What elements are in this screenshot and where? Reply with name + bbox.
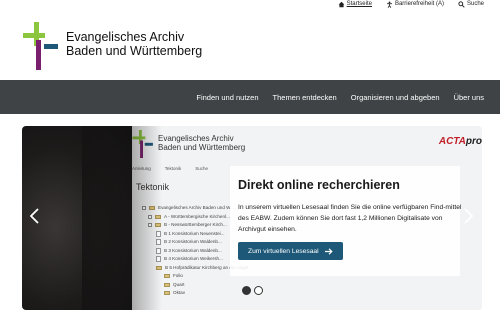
carousel-dot-2[interactable] (254, 286, 263, 295)
hero-overlay-card: Direkt online recherchieren In unserem v… (230, 166, 462, 276)
hero-title: Direkt online recherchieren (238, 178, 400, 192)
nav-item-ueber-uns[interactable]: Über uns (454, 93, 484, 102)
screenshot-brand-line1: Evangelisches Archiv (158, 134, 234, 143)
tree-row-label: Quart (173, 281, 185, 287)
search-link-label: Suche (466, 1, 484, 7)
screenshot-brand-line2: Baden und Württemberg (158, 143, 246, 152)
brand-name-line1: Evangelisches Archiv (66, 30, 185, 44)
tree-row-label: B 1 Konsistorium Neuenstei... (164, 230, 225, 236)
acta-pro-label: pro (465, 136, 482, 147)
home-icon (338, 1, 344, 7)
hero-text: In unserem virtuellen Lesesaal finden Si… (238, 204, 462, 233)
tree-row-label: Evangelisches Archiv Baden und W... (158, 205, 235, 210)
acta-label: ACTA (438, 136, 466, 147)
carousel-indicators (242, 286, 263, 295)
home-link-label: Startseite (346, 1, 372, 7)
nav-item-organisieren[interactable]: Organisieren und abgeben (351, 93, 440, 102)
tree-row-label: B 4 Konsistorium Weikersh... (164, 256, 223, 261)
screenshot-tab: Tektonik (164, 166, 182, 171)
utility-bar: Startseite Barrierefreiheit (A) Suche (0, 0, 500, 8)
carousel-next-button[interactable] (458, 204, 478, 228)
main-navigation: Finden und nutzen Themen entdecken Organ… (0, 80, 500, 114)
carousel-dot-1[interactable] (242, 286, 251, 295)
tree-row-label: B - Nesswürttemberger Kirch... (164, 222, 227, 227)
tree-row-label: A - Württembergische Kirchenl... (164, 213, 230, 219)
home-link[interactable]: Startseite (338, 1, 372, 8)
tree-row-label: B 3 Konsistorium Waldenb... (164, 247, 222, 253)
virtual-reading-room-button-label: Zum virtuellen Lesesaal (248, 247, 319, 255)
brand-name-line2: Baden und Württemberg (66, 44, 203, 58)
accessibility-link[interactable]: Barrierefreiheit (A) (386, 0, 444, 8)
nav-item-finden[interactable]: Finden und nutzen (196, 93, 258, 102)
search-link[interactable]: Suche (458, 0, 484, 8)
folder-icon (164, 282, 170, 287)
acta-pro-logo: ACTApro (439, 136, 482, 147)
virtual-reading-room-button[interactable]: Zum virtuellen Lesesaal (238, 242, 343, 260)
arrow-right-icon (324, 247, 333, 255)
search-icon (458, 0, 465, 8)
chevron-left-icon (29, 208, 39, 224)
tree-row-label: B 2 Konsistorium Waldenb... (164, 239, 222, 244)
screenshot-tab: Suche (195, 166, 209, 171)
hero-carousel: Evangelisches Archiv Baden und Württembe… (22, 126, 482, 310)
accessibility-link-label: Barrierefreiheit (A) (394, 1, 444, 7)
nav-item-themen[interactable]: Themen entdecken (273, 93, 337, 102)
tree-row-label: Folio (173, 273, 183, 278)
chevron-right-icon (463, 208, 473, 224)
carousel-prev-button[interactable] (24, 204, 44, 228)
eabw-logo[interactable] (23, 22, 59, 70)
site-header: Evangelisches Archiv Baden und Württembe… (0, 8, 500, 80)
folder-icon (164, 274, 170, 279)
folder-icon (164, 291, 170, 296)
hero-fade (82, 126, 162, 310)
accessibility-icon (387, 0, 392, 8)
tree-row-label: Oktav (173, 290, 185, 295)
